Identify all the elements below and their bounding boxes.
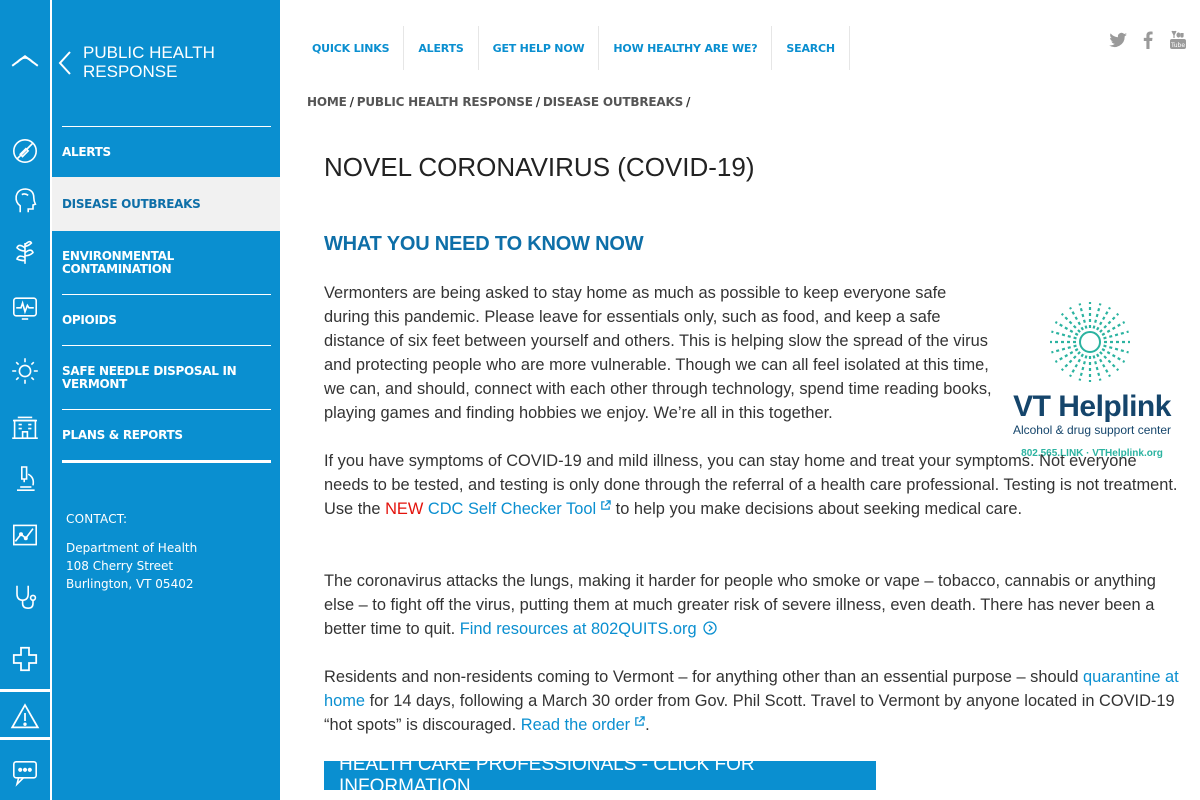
cdc-link-label: CDC Self Checker Tool (427, 500, 597, 518)
page-title: NOVEL CORONAVIRUS (COVID-19) (324, 152, 755, 182)
burst-ray (1099, 351, 1120, 372)
burst-center (1079, 331, 1101, 353)
facebook-icon[interactable] (1138, 30, 1158, 50)
helplink-name: VT Helplink (1013, 390, 1171, 423)
cdc-self-checker-link[interactable]: CDC Self Checker Tool (428, 500, 611, 518)
chat-icon[interactable] (0, 748, 50, 798)
burst-ray (1051, 330, 1077, 340)
sidebar-title[interactable]: PUBLIC HEALTH RESPONSE (83, 43, 263, 81)
sidebar-item-alerts[interactable]: ALERTS (52, 128, 280, 176)
read-order-link[interactable]: Read the order (521, 716, 645, 734)
burst-ray (1078, 355, 1088, 381)
symptoms-text-end: to help you make decisions about seeking… (615, 500, 1023, 518)
stethoscope-icon[interactable] (0, 572, 50, 622)
contact-line: 108 Cherry Street (66, 559, 174, 573)
breadcrumb: HOME / PUBLIC HEALTH RESPONSE / DISEASE OUTB… (307, 95, 693, 109)
nav-get-help-now[interactable]: GET HELP NOW (479, 26, 600, 70)
paragraph-symptoms: If you have symptoms of COVID-19 and mil… (324, 449, 1184, 521)
rail-divider (0, 737, 52, 740)
burst-ray (1092, 355, 1102, 381)
new-badge: NEW (385, 500, 424, 518)
quarantine-text-mid: for 14 days, following a March 30 order … (324, 692, 1175, 734)
breadcrumb-disease-outbreaks[interactable]: DISEASE OUTBREAKS (543, 95, 683, 109)
sun-icon[interactable] (0, 346, 50, 396)
heart-monitor-icon[interactable] (0, 282, 50, 332)
section-heading: WHAT YOU NEED TO KNOW NOW (324, 233, 644, 255)
vt-helplink-logo[interactable]: VT Helplink Alcohol & drug support cente… (1006, 298, 1178, 464)
sidebar-divider (62, 345, 271, 346)
nav-search[interactable]: SEARCH (772, 26, 850, 70)
contact-line: Burlington, VT 05402 (66, 577, 194, 591)
sidebar: PUBLIC HEALTH RESPONSE ALERTS DISEASE OU… (52, 0, 280, 800)
head-profile-icon[interactable] (0, 176, 50, 226)
read-order-label: Read the order (520, 716, 631, 734)
burst-ray (1060, 351, 1081, 372)
sidebar-divider (62, 460, 271, 463)
chart-icon[interactable] (0, 510, 50, 560)
alert-icon[interactable] (0, 692, 50, 742)
building-icon[interactable] (0, 402, 50, 452)
plus-icon[interactable] (0, 634, 50, 684)
breadcrumb-home[interactable]: HOME (307, 95, 347, 109)
sidebar-divider (62, 126, 271, 127)
paragraph-stay-home: Vermonters are being asked to stay home … (324, 284, 992, 422)
burst-ray (1099, 312, 1120, 333)
helplink-burst-icon (1050, 302, 1130, 382)
nav-quick-links[interactable]: QUICK LINKS (300, 26, 405, 70)
contact-heading: CONTACT: (66, 512, 128, 526)
paragraph-quarantine: Residents and non-residents coming to Ve… (324, 665, 1184, 737)
quarantine-text: Residents and non-residents coming to Ve… (324, 668, 1079, 686)
helplink-tagline: Alcohol & drug support center (1012, 423, 1172, 437)
breadcrumb-separator: / (349, 95, 354, 109)
paragraph-smoking: The coronavirus attacks the lungs, makin… (324, 569, 1184, 641)
social-links: Tube (1108, 30, 1188, 50)
sidebar-item-opioids[interactable]: OPIOIDS (52, 296, 280, 344)
icon-rail (0, 0, 52, 800)
top-nav: QUICK LINKS ALERTS GET HELP NOW HOW HEAL… (300, 26, 850, 70)
802quits-label: Find resources at 802QUITS.org (459, 620, 697, 638)
back-chevron-icon[interactable] (58, 50, 72, 76)
burst-ray (1078, 303, 1088, 329)
burst-ray (1103, 330, 1129, 340)
sidebar-item-environmental-contamination[interactable]: ENVIRONMENTAL CONTAMINATION (52, 236, 280, 290)
sidebar-item-plans-reports[interactable]: PLANS & REPORTS (52, 411, 280, 459)
youtube-icon[interactable]: Tube (1168, 30, 1188, 50)
breadcrumb-separator: / (535, 95, 540, 109)
nav-how-healthy[interactable]: HOW HEALTHY ARE WE? (599, 26, 773, 70)
sidebar-item-safe-needle-disposal[interactable]: SAFE NEEDLE DISPOSAL IN VERMONT (52, 350, 280, 406)
burst-ray (1092, 303, 1102, 329)
period: . (645, 716, 650, 734)
sidebar-divider (62, 409, 271, 410)
802quits-link[interactable]: Find resources at 802QUITS.org (460, 620, 717, 638)
burst-ray (1051, 344, 1077, 354)
sidebar-divider (62, 294, 271, 295)
contact-line: Department of Health (66, 541, 198, 555)
breadcrumb-public-health-response[interactable]: PUBLIC HEALTH RESPONSE (357, 95, 533, 109)
nav-alerts[interactable]: ALERTS (404, 26, 479, 70)
home-icon[interactable] (0, 36, 50, 86)
smoking-text: The coronavirus attacks the lungs, makin… (324, 572, 1156, 638)
external-link-icon (635, 716, 645, 726)
external-link-icon (601, 500, 611, 510)
circle-arrow-icon (702, 621, 717, 635)
plant-icon[interactable] (0, 226, 50, 276)
health-care-professionals-button[interactable]: HEALTH CARE PROFESSIONALS - CLICK FOR IN… (324, 754, 876, 797)
no-smoking-icon[interactable] (0, 126, 50, 176)
sidebar-item-disease-outbreaks[interactable]: DISEASE OUTBREAKS (52, 177, 280, 231)
svg-text:Tube: Tube (1170, 42, 1185, 49)
burst-ray (1060, 312, 1081, 333)
microscope-icon[interactable] (0, 454, 50, 504)
burst-ray (1103, 344, 1129, 354)
breadcrumb-separator: / (686, 95, 691, 109)
twitter-icon[interactable] (1108, 30, 1128, 50)
